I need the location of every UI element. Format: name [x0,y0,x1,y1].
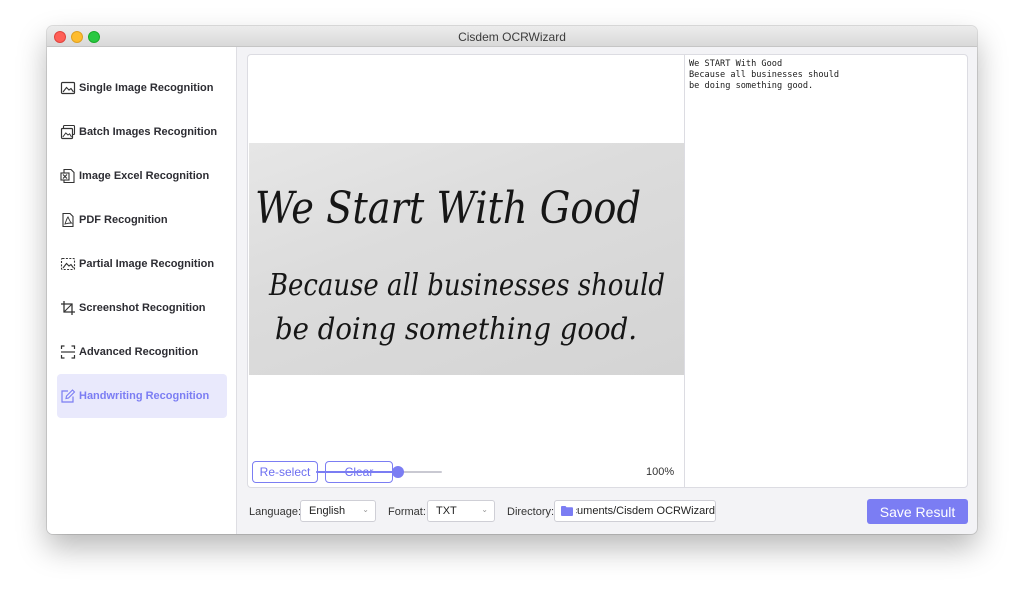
sidebar-item-pdf[interactable]: PDF Recognition [57,198,227,242]
language-select[interactable]: English ⌄ [300,500,376,522]
single-image-icon [60,80,76,96]
language-label: Language: [249,506,301,518]
result-line: We START With Good [689,59,783,69]
sidebar-item-image-excel[interactable]: Image Excel Recognition [57,154,227,198]
sidebar-item-single-image[interactable]: Single Image Recognition [57,66,227,110]
reselect-button[interactable]: Re-select [252,461,318,483]
screenshot-icon [60,300,76,316]
handwriting-image: We Start With Good Because all businesse… [249,143,684,375]
zoom-slider-fill [316,471,398,473]
handwritten-line: We Start With Good [255,183,641,234]
sidebar-item-label: Batch Images Recognition [79,126,218,138]
sidebar: Single Image Recognition Batch Images Re… [47,47,237,534]
sidebar-item-batch-images[interactable]: Batch Images Recognition [57,110,227,154]
result-line: be doing something good. [689,81,814,91]
sidebar-item-handwriting[interactable]: Handwriting Recognition [57,374,227,418]
zoom-value: 100% [646,466,675,478]
directory-path: Documents/Cisdem OCRWizard [576,505,715,517]
sidebar-item-screenshot[interactable]: Screenshot Recognition [57,286,227,330]
chevron-down-icon: ⌄ [362,505,369,514]
sidebar-item-label: Partial Image Recognition [79,258,215,270]
folder-icon [561,506,573,516]
format-value: TXT [436,505,457,517]
sidebar-item-advanced[interactable]: Advanced Recognition [57,330,227,374]
sidebar-item-label: PDF Recognition [79,214,168,226]
zoom-slider[interactable] [316,466,442,478]
handwriting-icon [60,388,76,404]
sidebar-item-label: Advanced Recognition [79,346,199,358]
result-line: Because all businesses should [689,70,840,80]
partial-image-icon [60,256,76,272]
directory-field[interactable]: Documents/Cisdem OCRWizard [554,500,716,522]
excel-icon [60,168,76,184]
app-window: Cisdem OCRWizard Single Image Recognitio… [47,26,977,534]
format-label: Format: [388,506,426,518]
language-value: English [309,505,346,517]
sidebar-item-label: Single Image Recognition [79,82,214,94]
title-bar: Cisdem OCRWizard [47,26,977,47]
sidebar-item-label: Screenshot Recognition [79,302,206,314]
handwritten-line: Because all businesses should [268,268,665,303]
chevron-down-icon: ⌄ [481,505,488,514]
image-preview-panel: We Start With Good Because all businesse… [247,54,684,488]
directory-label: Directory: [507,506,555,518]
batch-images-icon [60,124,76,140]
save-result-button[interactable]: Save Result [867,499,968,524]
window-title: Cisdem OCRWizard [458,30,566,44]
sidebar-item-label: Image Excel Recognition [79,170,210,182]
sidebar-item-partial-image[interactable]: Partial Image Recognition [57,242,227,286]
sidebar-item-label: Handwriting Recognition [79,390,210,402]
format-select[interactable]: TXT ⌄ [427,500,495,522]
pdf-icon [60,212,76,228]
zoom-slider-thumb[interactable] [391,466,404,478]
recognition-result-panel[interactable]: We START With Good Because all businesse… [684,54,968,488]
handwritten-line: be doing something good. [275,312,637,347]
advanced-scan-icon [60,344,76,360]
